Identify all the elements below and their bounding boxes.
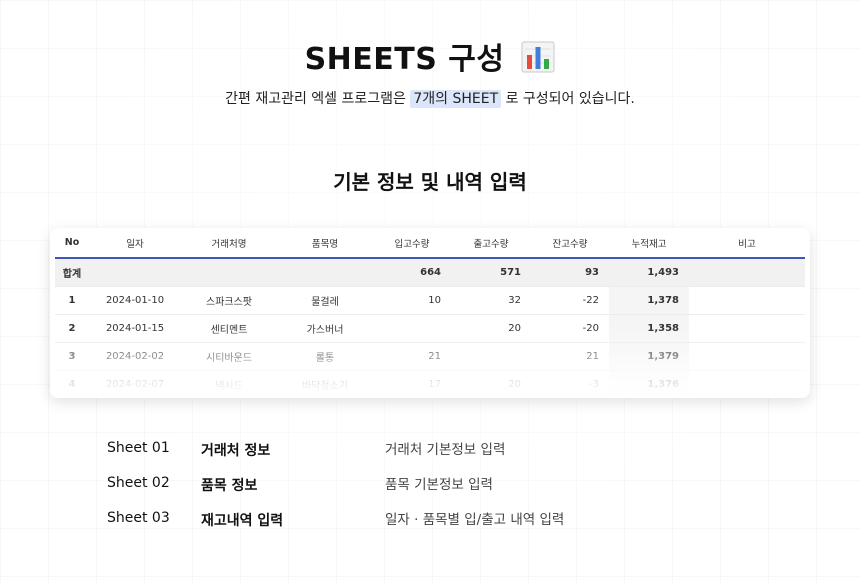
table-cell xyxy=(689,258,805,287)
row-out: 20 xyxy=(451,370,531,398)
total-balance: 93 xyxy=(531,258,609,287)
column-header-in: 입고수량 xyxy=(373,228,451,259)
row-cumulative: 1,378 xyxy=(609,286,689,315)
row-in: 21 xyxy=(373,342,451,371)
page-title-text: SHEETS 구성 xyxy=(304,42,505,77)
sheet-item: Sheet 02 품목 정보 품목 기본정보 입력 xyxy=(107,471,707,506)
subtitle-text-end: 로 구성되어 있습니다. xyxy=(501,91,635,107)
section-title: 기본 정보 및 내역 입력 xyxy=(333,170,527,194)
row-out xyxy=(451,342,531,371)
sheet-item: Sheet 01 거래처 정보 거래처 기본정보 입력 xyxy=(107,436,707,471)
page: SHEETS 구성 간편 재고관리 엑셀 프로그램은 7개의 SHEET 로 구… xyxy=(0,0,860,583)
table-row: 1 2024-01-10 스파크스팟 물걸레 10 32 -22 1,378 xyxy=(55,286,805,315)
inventory-table: No 일자 거래처명 품목명 입고수량 출고수량 잔고수량 누적재고 비고 합계 xyxy=(55,228,805,398)
page-subtitle: 간편 재고관리 엑셀 프로그램은 7개의 SHEET 로 구성되어 있습니다. xyxy=(0,88,860,108)
bar-chart-icon xyxy=(521,41,555,81)
row-note xyxy=(689,314,805,343)
row-in xyxy=(373,314,451,343)
row-date: 2024-02-02 xyxy=(89,342,181,371)
sheet-name: 품목 정보 xyxy=(201,478,258,494)
row-no: 2 xyxy=(55,314,89,343)
row-vendor: 넥시드 xyxy=(181,370,277,398)
row-item: 가스버너 xyxy=(277,314,373,343)
row-vendor: 센티멘트 xyxy=(181,314,277,343)
row-balance: -22 xyxy=(531,286,609,315)
row-note xyxy=(689,286,805,315)
row-no: 1 xyxy=(55,286,89,315)
total-out: 571 xyxy=(451,258,531,287)
row-note xyxy=(689,370,805,398)
row-note xyxy=(689,342,805,371)
subtitle-text: 간편 재고관리 엑셀 프로그램은 xyxy=(225,91,411,107)
row-vendor: 시티바운드 xyxy=(181,342,277,371)
column-header-no: No xyxy=(55,228,89,259)
total-cumulative: 1,493 xyxy=(609,258,689,287)
sheet-description: 거래처 기본정보 입력 xyxy=(385,442,506,458)
sheet-name: 거래처 정보 xyxy=(201,443,271,459)
column-header-item: 품목명 xyxy=(277,228,373,259)
column-header-out: 출고수량 xyxy=(451,228,531,259)
sheet-item: Sheet 03 재고내역 입력 일자 · 품목별 입/출고 내역 입력 xyxy=(107,506,707,541)
row-no: 3 xyxy=(55,342,89,371)
row-item: 바닥청소기 xyxy=(277,370,373,398)
row-date: 2024-01-10 xyxy=(89,286,181,315)
sheet-number: Sheet 01 xyxy=(107,440,170,456)
table-header-row: No 일자 거래처명 품목명 입고수량 출고수량 잔고수량 누적재고 비고 xyxy=(55,228,805,259)
row-date: 2024-02-07 xyxy=(89,370,181,398)
sheet-number: Sheet 02 xyxy=(107,475,170,491)
row-date: 2024-01-15 xyxy=(89,314,181,343)
total-label: 합계 xyxy=(55,258,89,287)
row-out: 32 xyxy=(451,286,531,315)
row-cumulative: 1,379 xyxy=(609,342,689,371)
row-no: 4 xyxy=(55,370,89,398)
column-header-vendor: 거래처명 xyxy=(181,228,277,259)
table-row: 2 2024-01-15 센티멘트 가스버너 20 -20 1,358 xyxy=(55,314,805,343)
sheet-number: Sheet 03 xyxy=(107,510,170,526)
row-balance: 21 xyxy=(531,342,609,371)
page-title: SHEETS 구성 xyxy=(0,34,860,81)
column-header-cumulative: 누적재고 xyxy=(609,228,689,259)
row-balance: -20 xyxy=(531,314,609,343)
total-in: 664 xyxy=(373,258,451,287)
row-cumulative: 1,358 xyxy=(609,314,689,343)
column-header-date: 일자 xyxy=(89,228,181,259)
table-total-row: 합계 664 571 93 1,493 xyxy=(55,258,805,287)
row-in: 17 xyxy=(373,370,451,398)
row-item: 물걸레 xyxy=(277,286,373,315)
subtitle-highlight: 7개의 SHEET xyxy=(410,90,502,108)
table-cell xyxy=(181,258,277,287)
table-row: 4 2024-02-07 넥시드 바닥청소기 17 20 -3 1,376 xyxy=(55,370,805,398)
inventory-table-preview: No 일자 거래처명 품목명 입고수량 출고수량 잔고수량 누적재고 비고 합계 xyxy=(50,228,810,398)
table-cell xyxy=(277,258,373,287)
sheet-description: 일자 · 품목별 입/출고 내역 입력 xyxy=(385,512,565,528)
column-header-note: 비고 xyxy=(689,228,805,259)
table-cell xyxy=(89,258,181,287)
row-balance: -3 xyxy=(531,370,609,398)
sheet-list: Sheet 01 거래처 정보 거래처 기본정보 입력 Sheet 02 품목 … xyxy=(107,436,707,541)
row-out: 20 xyxy=(451,314,531,343)
sheet-description: 품목 기본정보 입력 xyxy=(385,477,493,493)
row-cumulative: 1,376 xyxy=(609,370,689,398)
table-row: 3 2024-02-02 시티바운드 롤통 21 21 1,379 xyxy=(55,342,805,371)
row-in: 10 xyxy=(373,286,451,315)
row-item: 롤통 xyxy=(277,342,373,371)
sheet-name: 재고내역 입력 xyxy=(201,513,284,529)
row-vendor: 스파크스팟 xyxy=(181,286,277,315)
column-header-balance: 잔고수량 xyxy=(531,228,609,259)
